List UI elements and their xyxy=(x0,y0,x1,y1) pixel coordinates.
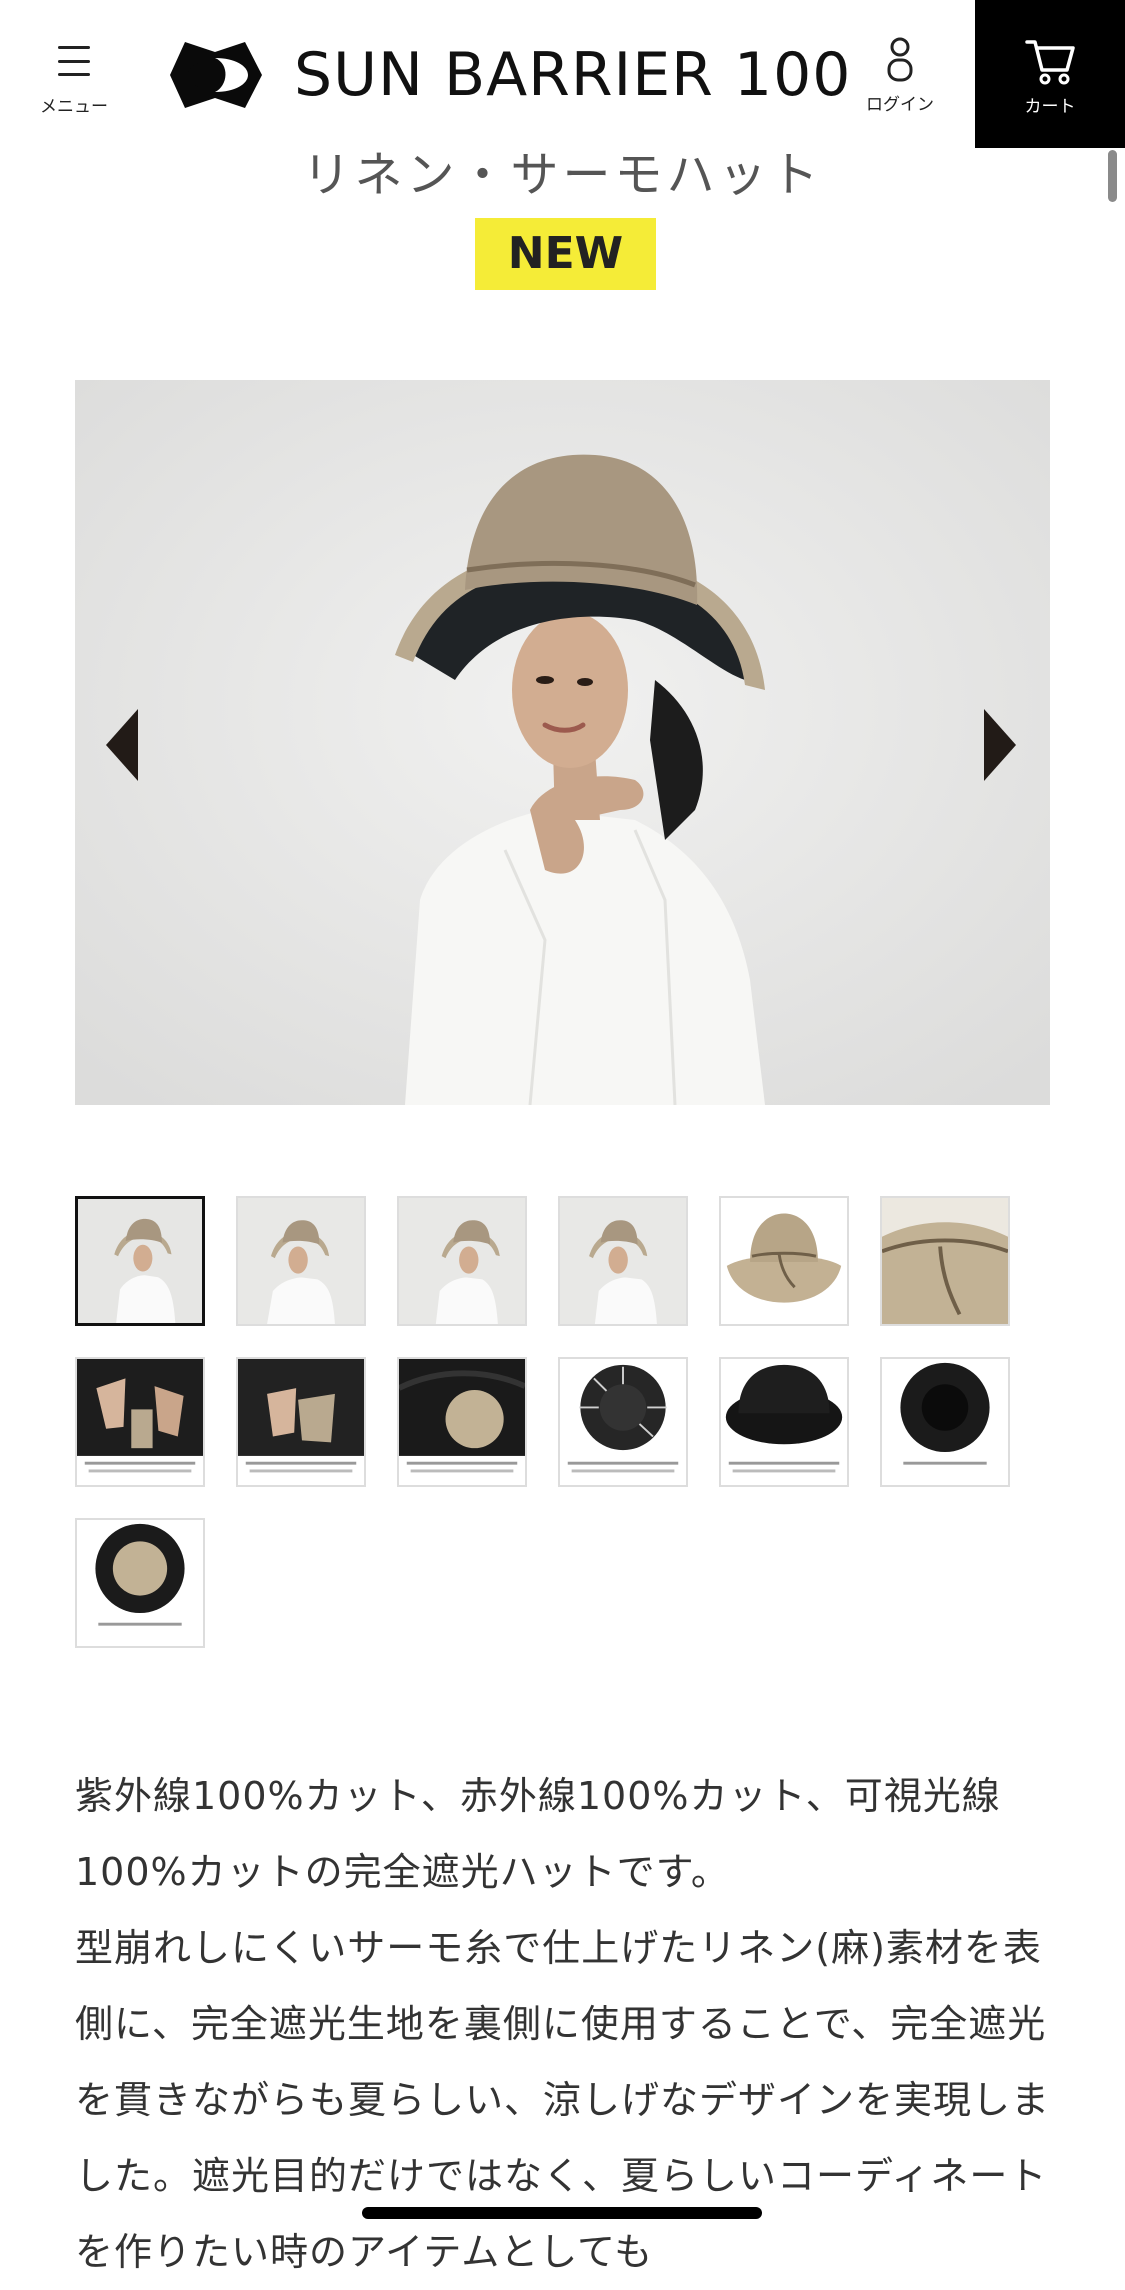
login-button[interactable]: ログイン xyxy=(858,36,942,126)
next-image-arrow[interactable] xyxy=(978,705,1028,785)
thumbnail-13[interactable] xyxy=(75,1518,205,1648)
menu-button[interactable]: メニュー xyxy=(28,40,120,120)
cart-button[interactable]: カート xyxy=(975,0,1125,148)
site-header: メニュー SUN BARRIER 100 ログイン カート xyxy=(0,0,1125,150)
thumbnail-2[interactable] xyxy=(236,1196,366,1326)
user-icon xyxy=(887,37,913,82)
thumbnail-9[interactable] xyxy=(397,1357,527,1487)
thumbnail-12[interactable] xyxy=(880,1357,1010,1487)
logo-mark-icon xyxy=(170,42,262,108)
cart-label: カート xyxy=(1024,97,1076,117)
main-product-image[interactable] xyxy=(75,380,1050,1105)
thumbnail-5[interactable] xyxy=(719,1196,849,1326)
previous-image-arrow[interactable] xyxy=(100,705,150,785)
site-logo[interactable]: SUN BARRIER 100 xyxy=(150,30,851,120)
menu-label: メニュー xyxy=(40,97,108,117)
cart-icon xyxy=(1025,40,1075,85)
thumbnail-11[interactable] xyxy=(719,1357,849,1487)
thumbnail-4[interactable] xyxy=(558,1196,688,1326)
thumbnail-7[interactable] xyxy=(75,1357,205,1487)
description-paragraph-2: 型崩れしにくいサーモ糸で仕上げたリネン(麻)素材を表側に、完全遮光生地を裏側に使… xyxy=(75,1926,1051,2274)
home-indicator[interactable] xyxy=(362,2207,762,2219)
product-title: リネン・サーモハット xyxy=(302,147,823,203)
thumbnail-3[interactable] xyxy=(397,1196,527,1326)
thumbnail-1[interactable] xyxy=(75,1196,205,1326)
login-label: ログイン xyxy=(866,95,934,115)
new-badge: NEW xyxy=(475,218,656,290)
hamburger-menu-icon xyxy=(58,46,90,76)
description-paragraph-1: 紫外線100%カット、赤外線100%カット、可視光線100%カットの完全遮光ハッ… xyxy=(75,1774,1001,1894)
thumbnail-8[interactable] xyxy=(236,1357,366,1487)
thumbnail-10[interactable] xyxy=(558,1357,688,1487)
thumbnail-6[interactable] xyxy=(880,1196,1010,1326)
logo-text: SUN BARRIER 100 xyxy=(294,40,852,110)
